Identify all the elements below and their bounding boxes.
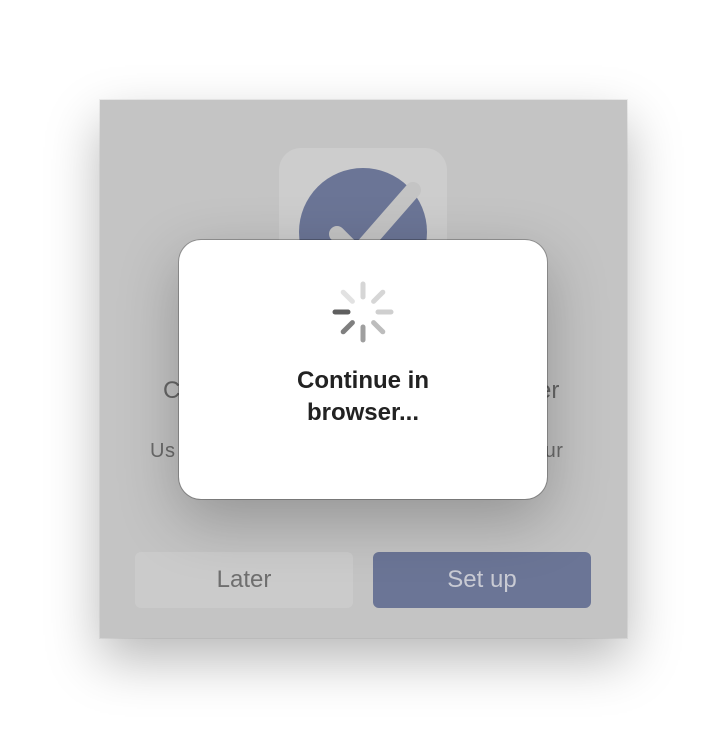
screen: C er Us our Later Set up Continue in bro… bbox=[0, 0, 727, 739]
dialog-body-fragment-left: Us bbox=[150, 440, 176, 462]
setup-button[interactable]: Set up bbox=[373, 552, 591, 608]
later-button[interactable]: Later bbox=[135, 552, 353, 608]
loading-message: Continue in browser... bbox=[179, 365, 547, 429]
loading-message-line2: browser... bbox=[306, 399, 420, 426]
loading-spinner-icon bbox=[332, 281, 394, 343]
loading-message-line1: Continue in bbox=[297, 367, 429, 394]
dialog-title-fragment-left: C bbox=[163, 377, 181, 404]
loading-modal: Continue in browser... bbox=[179, 240, 547, 499]
